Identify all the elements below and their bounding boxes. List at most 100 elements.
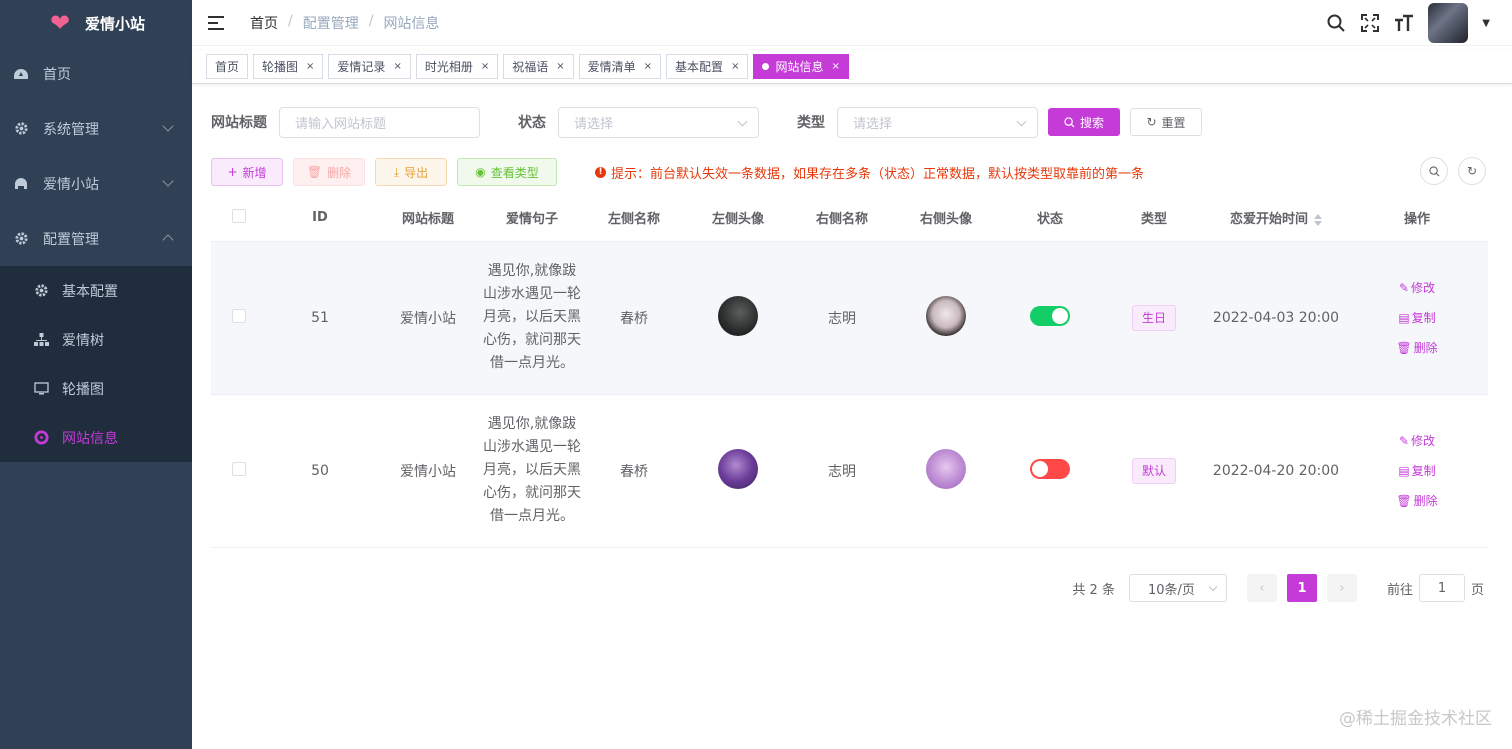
id-cell: 50 xyxy=(266,394,374,548)
start-time-cell: 2022-04-20 20:00 xyxy=(1206,394,1346,548)
edit-icon: ✎ xyxy=(1398,280,1410,295)
toggle-search-button[interactable] xyxy=(1420,157,1448,185)
sidebar-item-label: 配置管理 xyxy=(43,231,99,248)
left-avatar[interactable] xyxy=(718,448,758,489)
prev-page-button[interactable]: ‹ xyxy=(1246,574,1277,602)
gear-icon xyxy=(12,120,30,138)
close-icon[interactable]: × xyxy=(731,61,739,72)
sidebar-item-home[interactable]: 首页 xyxy=(0,46,192,101)
left-name-cell: 春桥 xyxy=(582,394,686,548)
plus-icon: + xyxy=(227,165,238,179)
edit-button[interactable]: ✎ 修改 xyxy=(1399,279,1435,296)
status-switch[interactable] xyxy=(1030,305,1070,326)
type-tag: 生日 xyxy=(1131,304,1176,331)
type-select[interactable]: 请选择 xyxy=(837,106,1038,138)
navbar-actions: ▼ xyxy=(1326,3,1490,43)
search-button[interactable]: 搜索 xyxy=(1048,108,1120,136)
status-switch[interactable] xyxy=(1030,458,1070,479)
copy-button[interactable]: ▤ 复制 xyxy=(1398,462,1435,479)
dashboard-icon xyxy=(12,65,30,83)
breadcrumb-home[interactable]: 首页 xyxy=(250,13,278,33)
sidebar-item-site-info[interactable]: 网站信息 xyxy=(0,413,192,462)
tag-album[interactable]: 时光相册 × xyxy=(415,54,499,79)
couple-icon xyxy=(12,175,30,193)
table-row: 51 爱情小站 遇见你,就像跋山涉水遇见一轮月亮，以后天黑心伤，就问那天借一点月… xyxy=(211,241,1488,395)
right-avatar[interactable] xyxy=(926,448,966,489)
edit-button[interactable]: ✎ 修改 xyxy=(1399,432,1435,449)
reset-button[interactable]: ↻ 重置 xyxy=(1130,108,1202,136)
sidebar-item-label: 基本配置 xyxy=(62,283,118,300)
avatar[interactable] xyxy=(1428,3,1469,43)
tip-text: ! 提示：前台默认失效一条数据，如果存在多条（状态）正常数据，默认按类型取靠前的… xyxy=(595,163,1144,182)
sidebar-item-label: 网站信息 xyxy=(62,430,118,447)
tag-carousel[interactable]: 轮播图 × xyxy=(253,54,324,79)
delete-row-button[interactable]: 🗑 删除 xyxy=(1396,492,1437,509)
next-page-button[interactable]: › xyxy=(1326,574,1357,602)
goto-page-input[interactable]: 1 xyxy=(1418,574,1465,602)
close-icon[interactable]: × xyxy=(644,61,652,72)
font-size-icon[interactable] xyxy=(1394,13,1414,33)
goto-page: 前往 1 页 xyxy=(1387,574,1484,602)
close-icon[interactable]: × xyxy=(556,61,564,72)
sidebar-item-love-tree[interactable]: 爱情树 xyxy=(0,315,192,364)
delete-button[interactable]: 🗑 删除 xyxy=(293,158,365,186)
copy-button[interactable]: ▤ 复制 xyxy=(1398,309,1435,326)
page-size-select[interactable]: 10条/页 xyxy=(1128,574,1227,602)
content: 网站标题 请输入网站标题 状态 请选择 类型 请选择 搜索 ↻ 重置 +新增 xyxy=(192,104,1512,548)
caret-down-icon[interactable]: ▼ xyxy=(1482,18,1490,29)
export-button[interactable]: ⤓ 导出 xyxy=(375,158,447,186)
sidebar-item-basic-config[interactable]: 基本配置 xyxy=(0,266,192,315)
search-icon[interactable] xyxy=(1326,13,1346,33)
view-types-button[interactable]: ◉ 查看类型 xyxy=(457,158,557,186)
chevron-down-icon xyxy=(162,175,174,187)
tag-blessing[interactable]: 祝福语 × xyxy=(503,54,574,79)
breadcrumb-config[interactable]: 配置管理 xyxy=(303,13,359,33)
tag-love-list[interactable]: 爱情清单 × xyxy=(578,54,662,79)
download-icon: ⤓ xyxy=(393,164,400,179)
app-logo[interactable]: 爱情小站 xyxy=(0,0,192,46)
tree-icon xyxy=(32,332,50,347)
title-filter-label: 网站标题 xyxy=(211,115,267,131)
tag-home[interactable]: 首页 xyxy=(206,54,249,79)
row-actions: ✎ 修改 ▤ 复制 🗑 删除 xyxy=(1346,432,1488,509)
start-time-header[interactable]: 恋爱开始时间 xyxy=(1206,195,1346,242)
close-icon[interactable]: × xyxy=(393,61,401,72)
refresh-icon: ↻ xyxy=(1466,164,1478,178)
left-avatar[interactable] xyxy=(718,295,758,336)
status-select[interactable]: 请选择 xyxy=(558,106,759,138)
tags-view: 首页 轮播图 × 爱情记录 × 时光相册 × 祝福语 × 爱情清单 × 基本配置 × 网站信… xyxy=(192,50,1512,84)
breadcrumb: 首页 / 配置管理 / 网站信息 xyxy=(250,12,440,33)
fullscreen-icon[interactable] xyxy=(1360,13,1380,33)
config-submenu: 基本配置 爱情树 轮播图 网站信息 xyxy=(0,266,192,462)
table-row: 50 爱情小站 遇见你,就像跋山涉水遇见一轮月亮，以后天黑心伤，就问那天借一点月… xyxy=(211,394,1488,548)
chevron-down-icon xyxy=(1208,582,1218,592)
refresh-icon: ↻ xyxy=(1146,115,1157,129)
hamburger-icon[interactable] xyxy=(208,15,226,30)
select-all-checkbox[interactable] xyxy=(231,208,246,223)
column-header: 状态 xyxy=(998,195,1102,242)
tag-site-info[interactable]: 网站信息 × xyxy=(753,54,849,79)
sidebar-item-love[interactable]: 爱情小站 xyxy=(0,156,192,211)
title-input[interactable]: 请输入网站标题 xyxy=(279,106,480,138)
sidebar-item-system[interactable]: 系统管理 xyxy=(0,101,192,156)
refresh-button[interactable]: ↻ xyxy=(1458,157,1486,185)
column-header: 左侧头像 xyxy=(686,195,790,242)
close-icon[interactable]: × xyxy=(306,61,314,72)
sidebar-item-label: 爱情小站 xyxy=(43,176,99,193)
close-icon[interactable]: × xyxy=(831,61,839,72)
delete-row-button[interactable]: 🗑 删除 xyxy=(1396,339,1437,356)
sidebar-item-config[interactable]: 配置管理 xyxy=(0,211,192,266)
edit-icon: ✎ xyxy=(1398,433,1410,448)
chevron-down-icon xyxy=(1016,116,1027,126)
tag-basic-config[interactable]: 基本配置 × xyxy=(666,54,749,79)
close-icon[interactable]: × xyxy=(481,61,489,72)
add-button[interactable]: + 新增 xyxy=(211,158,283,186)
tag-love-record[interactable]: 爱情记录 × xyxy=(328,54,411,79)
row-checkbox[interactable] xyxy=(231,461,246,476)
right-avatar[interactable] xyxy=(926,295,966,336)
row-checkbox[interactable] xyxy=(231,308,246,323)
page-number-button[interactable]: 1 xyxy=(1286,574,1317,602)
sort-icon[interactable] xyxy=(1314,213,1322,226)
sidebar-item-carousel[interactable]: 轮播图 xyxy=(0,364,192,413)
column-header: 爱情句子 xyxy=(482,195,582,242)
